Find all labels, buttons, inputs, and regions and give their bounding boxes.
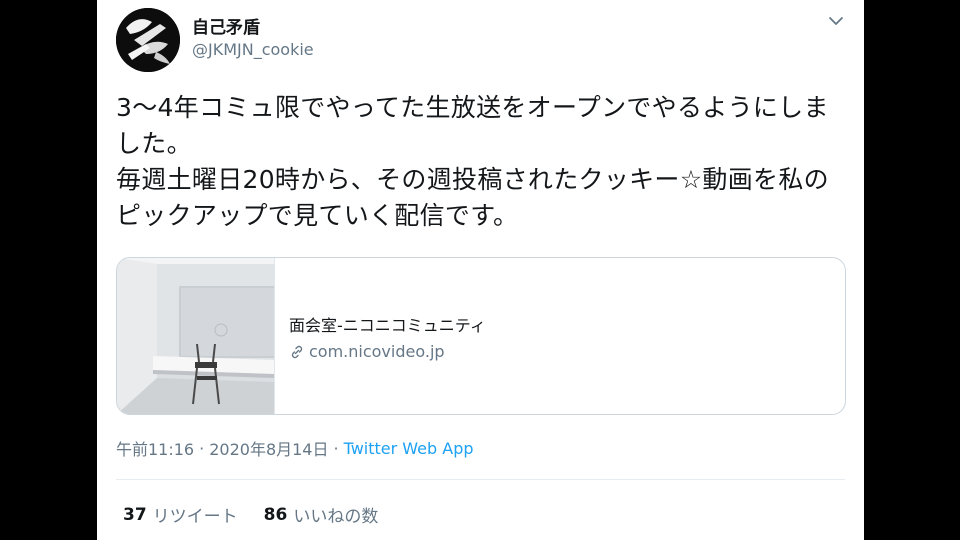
retweets-count: 37 [123,504,147,525]
link-domain-text: com.nicovideo.jp [309,342,445,361]
tweet-card: 自己矛盾 @JKMJN_cookie 3〜4年コミュ限でやってた生放送をオープン… [97,0,864,540]
meta-separator: · [199,438,205,458]
link-preview-card[interactable]: 面会室-ニコニコミュニティ com.nicovideo.jp [116,257,846,415]
link-domain: com.nicovideo.jp [289,342,445,361]
tweet-stats: 37 リツイート 86 いいねの数 [123,502,404,528]
tweet-text: 3〜4年コミュ限でやってた生放送をオープンでやるようにしました。 毎週土曜日20… [116,90,851,234]
display-name[interactable]: 自己矛盾 [192,13,260,38]
retweets-label: リツイート [152,507,238,527]
tweet-line: 毎週土曜日20時から、その週投稿されたクッキー☆動画を私のピックアップで見ていく… [116,165,829,230]
link-thumbnail [117,258,275,414]
tweet-line: 3〜4年コミュ限でやってた生放送をオープンでやるようにしました。 [116,93,829,158]
source-app-link[interactable]: Twitter Web App [344,439,474,458]
tweet-meta: 午前11:16 · 2020年8月14日 · Twitter Web App [116,436,474,460]
avatar-image [116,8,180,72]
chevron-down-icon[interactable] [827,12,845,30]
likes-stat[interactable]: 86 いいねの数 [263,502,379,528]
user-handle[interactable]: @JKMJN_cookie [192,40,314,59]
link-title: 面会室-ニコニコミュニティ [289,316,486,335]
avatar[interactable] [116,8,180,72]
link-icon [291,345,303,358]
retweets-stat[interactable]: 37 リツイート [123,502,238,528]
tweet-date[interactable]: 2020年8月14日 [209,436,328,460]
likes-count: 86 [263,504,288,525]
tweet-time[interactable]: 午前11:16 [116,436,194,460]
meta-separator: · [333,438,339,458]
likes-label: いいねの数 [293,507,379,527]
divider [116,479,845,480]
